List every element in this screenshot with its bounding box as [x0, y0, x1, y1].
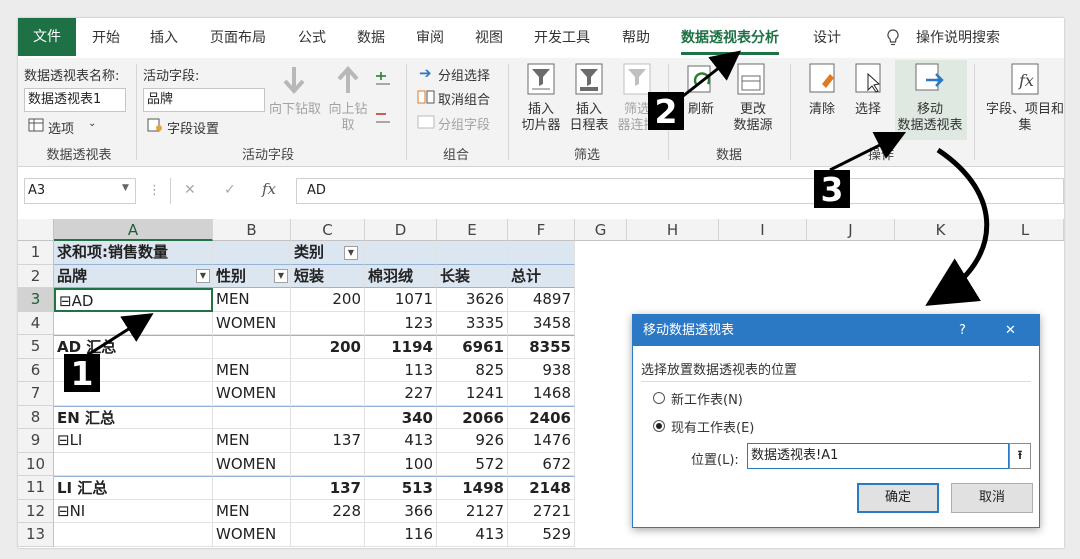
arrow-to-tab: [677, 50, 742, 102]
step-marker-1: 1: [64, 354, 100, 393]
arrow-to-cell: [85, 313, 154, 358]
arrow-to-move-button: [829, 131, 907, 172]
step-marker-3: 3: [814, 170, 850, 209]
excel-window: 文件 开始 插入 页面布局 公式 数据 审阅 视图 开发工具 帮助 数据透视表分…: [18, 18, 1064, 548]
curved-arrow-to-dialog: [925, 147, 990, 306]
annotation-arrows: [85, 50, 990, 358]
step-marker-2: 2: [648, 92, 684, 131]
